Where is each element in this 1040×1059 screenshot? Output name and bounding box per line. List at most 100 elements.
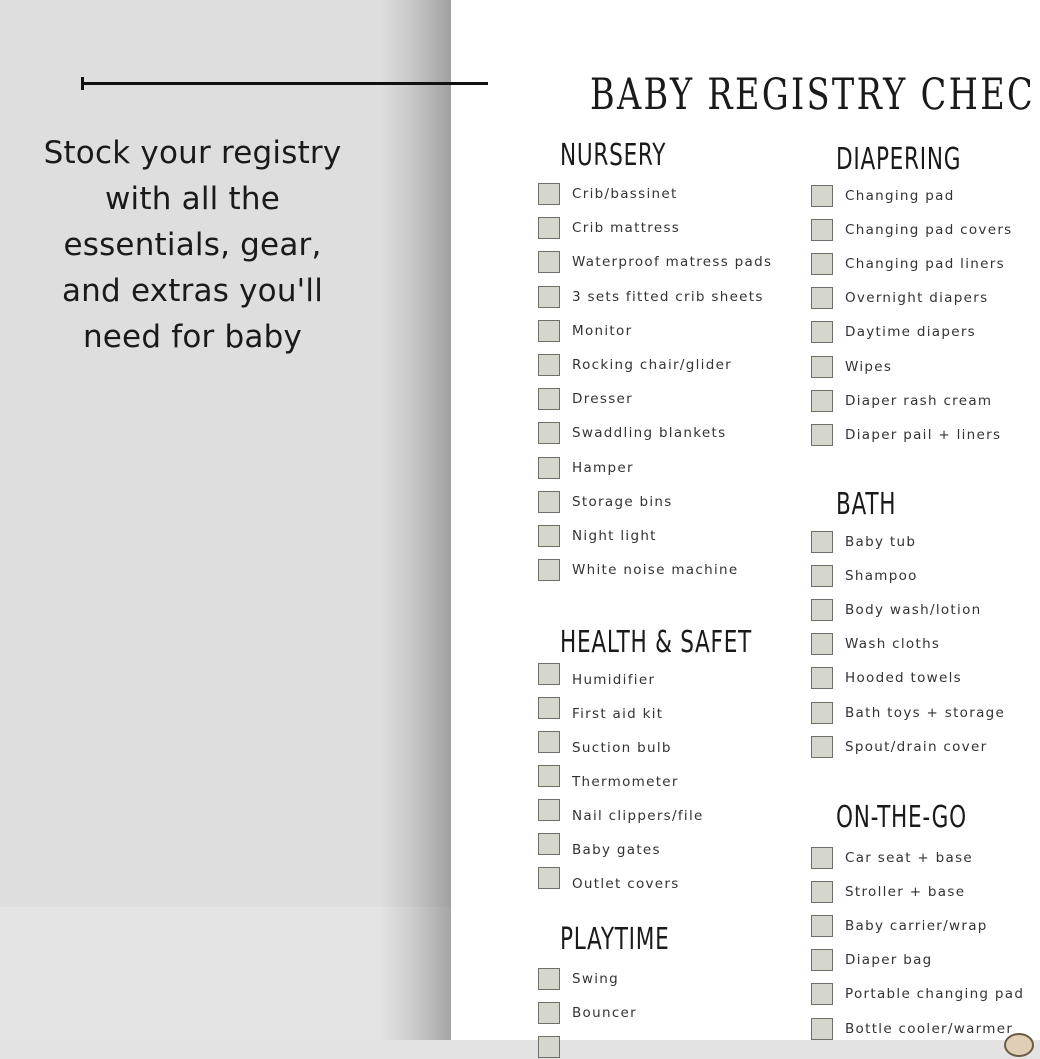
checkbox[interactable] — [538, 867, 560, 889]
checklist-item[interactable]: 3 sets fitted crib sheets — [538, 285, 764, 309]
checkbox[interactable] — [811, 599, 833, 622]
checkbox[interactable] — [538, 490, 560, 513]
checklist-item[interactable]: Hamper — [538, 456, 634, 480]
checklist-item[interactable]: Storage bins — [538, 490, 673, 514]
checkbox[interactable] — [538, 697, 560, 719]
checkbox[interactable] — [811, 949, 833, 972]
checkbox[interactable] — [811, 1017, 833, 1040]
checklist-item[interactable]: White noise machine — [538, 558, 738, 582]
checklist-item[interactable]: First aid kit — [538, 696, 664, 722]
checkbox[interactable] — [538, 217, 560, 240]
checklist-item-label: First aid kit — [572, 706, 664, 722]
checkbox[interactable] — [811, 735, 833, 758]
checklist-item[interactable]: Car seat + base — [811, 846, 973, 870]
checklist-item-label: Spout/drain cover — [845, 738, 988, 755]
checkbox[interactable] — [538, 456, 560, 479]
checklist-item-label: Changing pad covers — [845, 222, 1013, 239]
checklist-item-label: Crib mattress — [572, 220, 681, 237]
checklist-item-label: Storage bins — [572, 493, 673, 510]
checklist-item[interactable]: Bath toys + storage — [811, 701, 1005, 725]
checklist-item[interactable]: Diaper pail + liners — [811, 423, 1001, 447]
checkbox[interactable] — [811, 321, 833, 344]
checkbox[interactable] — [811, 355, 833, 378]
checklist-item[interactable]: Diaper bag — [811, 948, 933, 972]
checklist-item[interactable]: Crib mattress — [538, 216, 680, 240]
checklist-item[interactable]: Shampoo — [811, 564, 918, 588]
checklist-item-label: Monitor — [572, 322, 633, 339]
checkbox[interactable] — [811, 219, 833, 242]
checklist-item-label: Daytime diapers — [845, 324, 977, 341]
checklist-item[interactable]: Baby tub — [811, 530, 916, 554]
checklist-item[interactable]: Diaper rash cream — [811, 389, 992, 413]
checkbox[interactable] — [538, 354, 560, 376]
checkbox[interactable] — [811, 253, 833, 276]
checkbox[interactable] — [538, 388, 560, 411]
checkbox[interactable] — [538, 731, 560, 753]
checkbox[interactable] — [538, 422, 560, 445]
checkbox[interactable] — [538, 663, 560, 685]
section-heading-playtime: PLAYTIME — [560, 922, 670, 957]
checkbox[interactable] — [538, 251, 560, 274]
checkbox[interactable] — [811, 667, 833, 690]
checklist-item[interactable]: Thermometer — [538, 764, 679, 790]
checklist-item[interactable]: Changing pad — [811, 184, 955, 208]
checklist-item-label: Swing — [572, 971, 619, 987]
checklist-item[interactable]: Baby gates — [538, 832, 661, 858]
checklist-item[interactable]: Portable changing pad — [811, 982, 1024, 1006]
checkbox[interactable] — [538, 1002, 560, 1024]
checkbox[interactable] — [811, 185, 833, 207]
checkbox[interactable] — [538, 968, 560, 990]
checklist-item[interactable] — [538, 1035, 572, 1059]
checklist-item[interactable]: Wipes — [811, 355, 892, 379]
checklist-item[interactable]: Rocking chair/glider — [538, 353, 732, 377]
checkbox[interactable] — [538, 559, 560, 582]
checklist-item-label: Stroller + base — [845, 884, 966, 901]
checklist-item[interactable]: Monitor — [538, 319, 632, 343]
checkbox[interactable] — [811, 423, 833, 446]
checklist-item[interactable]: Baby carrier/wrap — [811, 914, 988, 938]
checkbox[interactable] — [538, 525, 560, 547]
checkbox[interactable] — [811, 531, 833, 553]
checkbox[interactable] — [538, 765, 560, 787]
checkbox[interactable] — [538, 1036, 560, 1058]
checklist-item[interactable]: Waterproof matress pads — [538, 250, 772, 274]
checklist-item[interactable]: Nail clippers/file — [538, 798, 704, 824]
checklist-item[interactable]: Humidifier — [538, 662, 655, 688]
checkbox[interactable] — [538, 833, 560, 855]
checkbox[interactable] — [538, 285, 560, 308]
checklist-item[interactable]: Bouncer — [538, 1001, 637, 1025]
checklist-item[interactable]: Suction bulb — [538, 730, 672, 756]
checklist-item-label: Hamper — [572, 459, 634, 476]
checklist-item[interactable]: Changing pad liners — [811, 252, 1005, 276]
checkbox[interactable] — [811, 701, 833, 724]
checklist-item[interactable]: Daytime diapers — [811, 320, 976, 344]
checklist-item[interactable]: Overnight diapers — [811, 286, 988, 310]
checklist-item[interactable]: Swing — [538, 967, 619, 991]
checkbox[interactable] — [538, 319, 560, 342]
checklist-item-label: Shampoo — [845, 568, 918, 585]
checklist-item[interactable]: Dresser — [538, 387, 633, 411]
checklist-item[interactable]: Wash cloths — [811, 632, 940, 656]
checklist-item-label: Baby carrier/wrap — [845, 918, 988, 935]
tagline: Stock your registry with all the essenti… — [43, 135, 342, 355]
checkbox[interactable] — [811, 389, 833, 412]
checkbox[interactable] — [538, 183, 560, 205]
checkbox[interactable] — [811, 881, 833, 904]
checkbox[interactable] — [811, 983, 833, 1006]
checkbox[interactable] — [811, 633, 833, 656]
checklist-item[interactable]: Swaddling blankets — [538, 421, 726, 445]
checklist-item[interactable]: Changing pad covers — [811, 218, 1013, 242]
checklist-item[interactable]: Stroller + base — [811, 880, 965, 904]
checklist-item[interactable]: Crib/bassinet — [538, 182, 678, 206]
checklist-item[interactable]: Bottle cooler/warmer — [811, 1017, 1013, 1041]
checkbox[interactable] — [811, 565, 833, 588]
checkbox[interactable] — [811, 287, 833, 310]
checkbox[interactable] — [538, 799, 560, 821]
checklist-item[interactable]: Body wash/lotion — [811, 598, 982, 622]
checklist-item[interactable]: Hooded towels — [811, 666, 962, 690]
checklist-item[interactable]: Outlet covers — [538, 866, 680, 892]
checklist-item[interactable]: Night light — [538, 524, 657, 548]
checkbox[interactable] — [811, 847, 833, 869]
checkbox[interactable] — [811, 915, 833, 938]
checklist-item[interactable]: Spout/drain cover — [811, 735, 987, 759]
